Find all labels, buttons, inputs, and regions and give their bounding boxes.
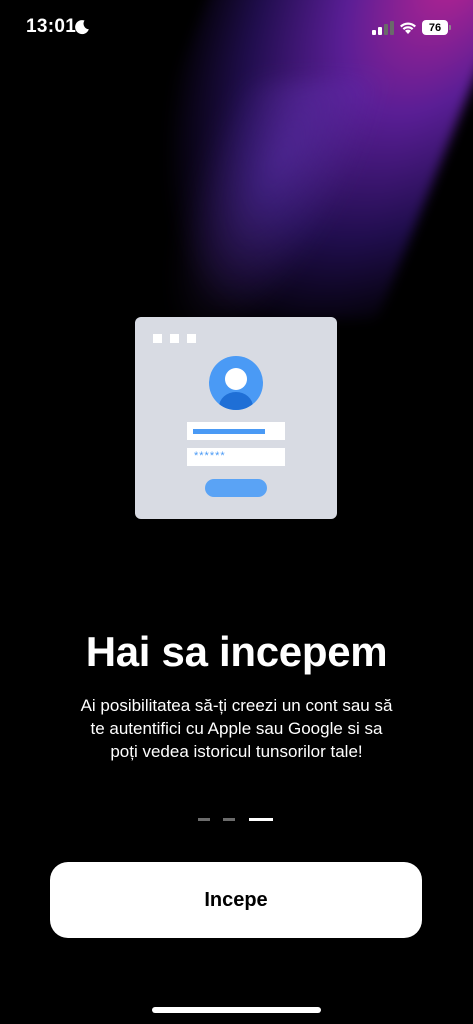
login-form-illustration: ******: [135, 317, 337, 519]
battery-icon: 76: [422, 20, 448, 35]
home-indicator[interactable]: [152, 1007, 321, 1013]
username-field-illustration: [187, 422, 285, 440]
battery-level: 76: [428, 21, 442, 34]
password-field-illustration: ******: [187, 448, 285, 466]
window-dot: [187, 334, 196, 343]
avatar-head: [225, 368, 247, 390]
window-dot: [170, 334, 179, 343]
onboarding-description: Ai posibilitatea să-ți creezi un cont sa…: [80, 696, 393, 761]
page-indicator-dot-active: [249, 818, 273, 821]
username-bar: [193, 429, 265, 434]
status-time: 13:01: [26, 16, 77, 37]
window-dot: [153, 334, 162, 343]
login-button-illustration: [205, 479, 267, 497]
cellular-signal-icon: [372, 21, 394, 35]
onboarding-title: Hai sa incepem: [85, 628, 388, 675]
page-indicator-dot-2: [223, 818, 235, 821]
avatar-body: [219, 392, 253, 410]
start-button[interactable]: Incepe: [50, 862, 422, 938]
wifi-icon: [400, 22, 416, 34]
page-indicator-dot-1: [198, 818, 210, 821]
password-mask: ******: [194, 450, 226, 462]
battery-tip: [449, 25, 451, 30]
status-bar: 13:01 76: [0, 0, 473, 56]
user-avatar-icon: [209, 356, 263, 410]
moon-icon: [75, 20, 89, 35]
